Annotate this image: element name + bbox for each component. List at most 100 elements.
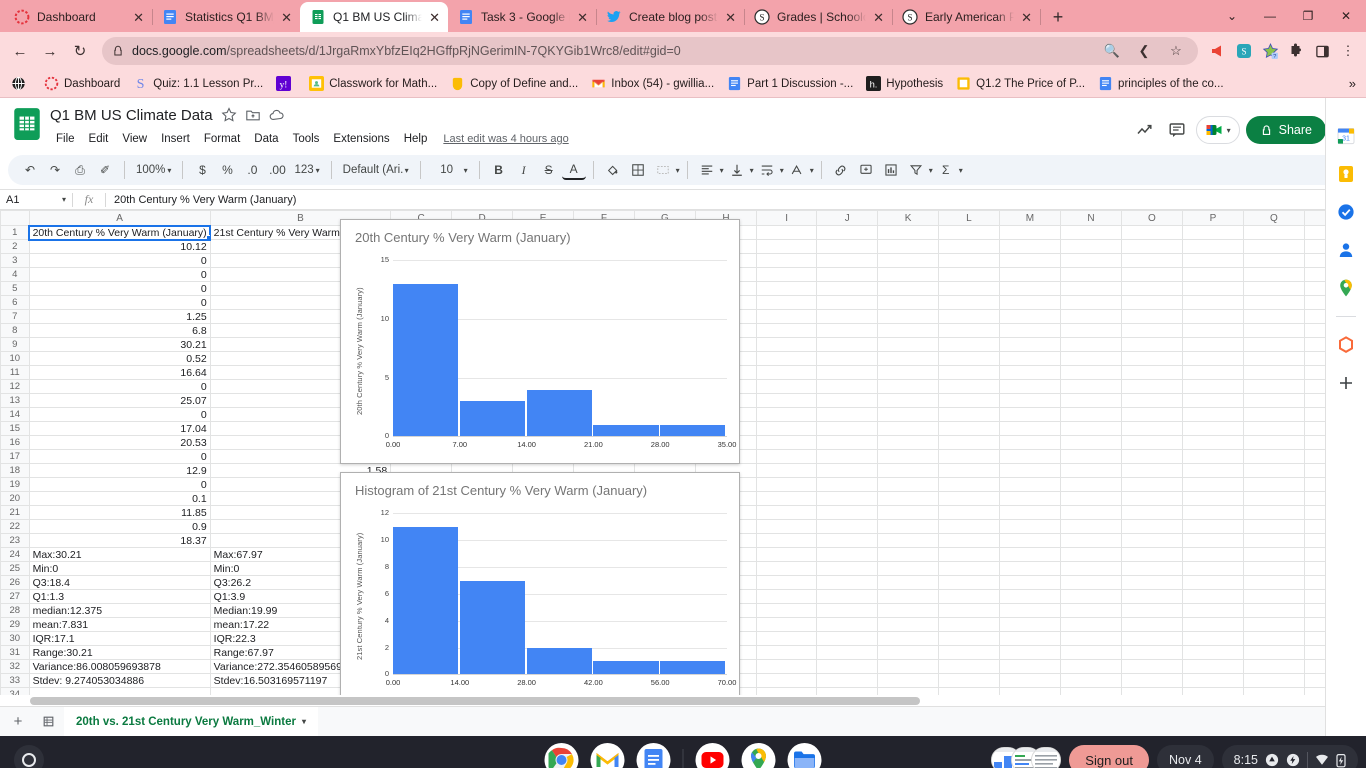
grid-cell[interactable] [939,632,1000,646]
grid-cell[interactable] [756,520,816,534]
zoom-select[interactable]: 100%▾ [132,158,175,182]
grid-cell[interactable]: 25.07 [29,394,210,408]
grid-cell[interactable] [878,450,939,464]
grid-cell[interactable]: 20.53 [29,436,210,450]
row-header[interactable]: 4 [1,268,30,282]
row-header[interactable]: 8 [1,324,30,338]
grid-cell[interactable] [1182,282,1243,296]
grid-cell[interactable] [999,310,1060,324]
grid-cell[interactable] [1060,296,1121,310]
grid-cell[interactable] [999,254,1060,268]
browser-tab-5[interactable]: S Grades | Schoolog ✕ [744,2,892,32]
grid-cell[interactable] [1121,506,1182,520]
menu-help[interactable]: Help [398,131,434,147]
menu-data[interactable]: Data [248,131,284,147]
grid-cell[interactable] [1060,310,1121,324]
grid-cell[interactable] [1243,408,1304,422]
functions-button[interactable]: Σ [934,158,958,182]
grid-cell[interactable] [999,394,1060,408]
text-color-button[interactable]: A [562,160,586,180]
grid-cell[interactable] [939,408,1000,422]
row-header[interactable]: 23 [1,534,30,548]
browser-tab-6[interactable]: S Early American Pr ✕ [892,2,1040,32]
grid-cell[interactable] [756,576,816,590]
grid-cell[interactable] [1060,380,1121,394]
grid-cell[interactable] [878,324,939,338]
row-header[interactable]: 30 [1,632,30,646]
grid-cell[interactable] [817,534,878,548]
grid-cell[interactable] [1182,240,1243,254]
grid-cell[interactable] [939,604,1000,618]
grid-cell[interactable]: Max:30.21 [29,548,210,562]
browser-tab-4[interactable]: Create blog post - ✕ [596,2,744,32]
grid-cell[interactable] [1060,576,1121,590]
grid-cell[interactable] [817,282,878,296]
insert-chart-icon[interactable] [879,158,903,182]
grid-cell[interactable] [817,562,878,576]
grid-cell[interactable] [999,450,1060,464]
grid-cell[interactable] [999,632,1060,646]
italic-button[interactable]: I [512,158,536,182]
grid-cell[interactable] [878,380,939,394]
grid-cell[interactable] [939,394,1000,408]
grid-cell[interactable]: 0 [29,268,210,282]
grid-cell[interactable] [756,338,816,352]
grid-cell[interactable] [1182,352,1243,366]
chevron-down-icon[interactable]: ▾ [959,166,963,175]
grid-cell[interactable]: 18.37 [29,534,210,548]
fill-color-icon[interactable] [601,158,625,182]
system-tray[interactable]: 8:15 [1222,745,1358,768]
grid-cell[interactable] [1060,618,1121,632]
grid-cell[interactable] [756,366,816,380]
close-icon[interactable]: ✕ [281,11,292,24]
grid-cell[interactable] [1243,324,1304,338]
grid-cell[interactable] [1060,590,1121,604]
insert-comment-icon[interactable] [854,158,878,182]
grid-cell[interactable] [939,324,1000,338]
grid-cell[interactable] [1060,338,1121,352]
grid-cell[interactable]: Stdev: 9.274053034886 [29,674,210,688]
grid-cell[interactable] [878,548,939,562]
font-size-select[interactable]: 10▾ [428,158,472,182]
grid-cell[interactable] [1243,618,1304,632]
grid-cell[interactable] [817,310,878,324]
grid-cell[interactable] [1182,534,1243,548]
grid-cell[interactable] [1121,534,1182,548]
grid-cell[interactable] [939,338,1000,352]
grid-cell[interactable] [817,352,878,366]
grid-cell[interactable] [756,660,816,674]
menu-insert[interactable]: Insert [155,131,196,147]
grid-cell[interactable] [939,352,1000,366]
grid-cell[interactable] [999,576,1060,590]
print-button[interactable]: ⎙ [68,158,92,182]
zoom-out-icon[interactable]: 🔍 [1100,39,1124,63]
grid-cell[interactable]: 0 [29,478,210,492]
column-header-m[interactable]: M [999,211,1060,226]
row-header[interactable]: 28 [1,604,30,618]
row-header[interactable]: 16 [1,436,30,450]
grid-cell[interactable] [1121,254,1182,268]
grid-cell[interactable]: 0 [29,296,210,310]
grid-cell[interactable] [878,394,939,408]
row-header[interactable]: 25 [1,562,30,576]
grid-cell[interactable]: median:12.375 [29,604,210,618]
grid-cell[interactable] [1243,520,1304,534]
grid-cell[interactable] [878,562,939,576]
grid-cell[interactable] [756,478,816,492]
grid-cell[interactable] [878,226,939,240]
column-header-q[interactable]: Q [1243,211,1304,226]
grid-cell[interactable] [756,422,816,436]
bookmark-item-8[interactable]: h. Hypothesis [861,74,948,93]
bookmark-item-3[interactable]: y! [271,74,301,93]
grid-cell[interactable] [1121,352,1182,366]
row-header[interactable]: 17 [1,450,30,464]
grid-cell[interactable] [817,590,878,604]
grid-cell[interactable] [999,660,1060,674]
add-app-icon[interactable] [1336,373,1356,393]
grid-cell[interactable] [817,450,878,464]
grid-cell[interactable] [1243,548,1304,562]
grid-cell[interactable] [817,240,878,254]
grid-cell[interactable] [878,254,939,268]
row-header[interactable]: 33 [1,674,30,688]
grid-cell[interactable] [817,408,878,422]
